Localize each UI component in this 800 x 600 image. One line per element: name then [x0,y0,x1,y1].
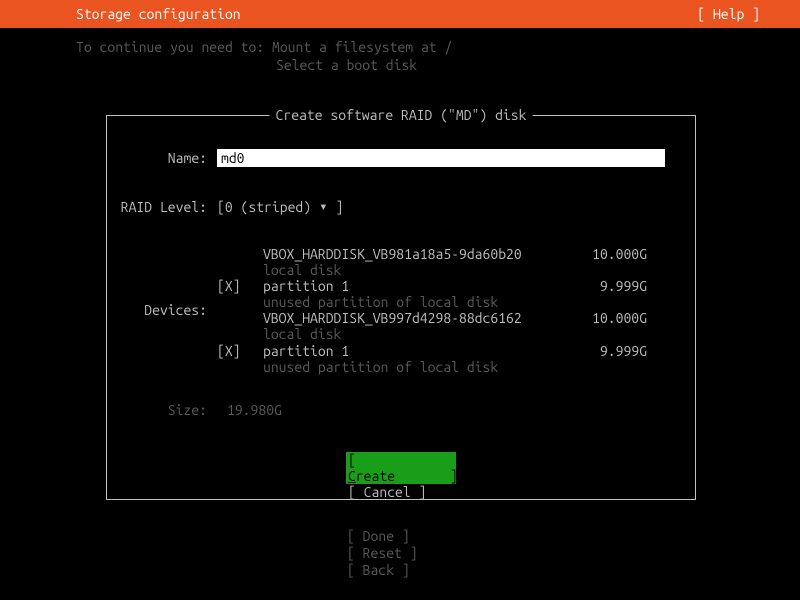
partition-name: partition 1 [263,278,600,294]
raid-bracket-open: [ [217,199,225,215]
back-button[interactable]: [ Back ] [345,562,455,579]
devices-label: Devices: [137,302,217,318]
size-row: Size: 19.980G [157,402,282,418]
disk-subtitle: local disk [217,326,647,342]
raid-level-select[interactable]: [ 0 (striped) ▾ ] [217,198,343,215]
continue-prefix: To continue you need to: [76,39,272,55]
continue-line2: Select a boot disk [276,57,417,73]
partition-name: partition 1 [263,343,600,359]
header-bar: Storage configuration [ Help ] [0,0,800,28]
device-disk: VBOX_HARDDISK_VB981a18a5-9da60b20 10.000… [217,246,647,262]
create-raid-dialog: Create software RAID ("MD") disk Name: R… [106,115,696,500]
size-label: Size: [157,402,217,418]
disk-name: VBOX_HARDDISK_VB997d4298-88dc6162 [217,310,522,326]
name-row: Name: [157,149,677,167]
partition-checkbox[interactable]: [X] [217,343,263,359]
device-disk: VBOX_HARDDISK_VB997d4298-88dc6162 10.000… [217,310,647,326]
continue-message: To continue you need to: Mount a filesys… [76,38,800,74]
partition-size: 9.999G [600,278,647,294]
partition-subtitle: unused partition of local disk [217,294,647,310]
partition-checkbox[interactable]: [X] [217,278,263,294]
disk-size: 10.000G [592,246,647,262]
disk-subtitle: local disk [217,262,647,278]
chevron-down-icon: ▾ [319,198,327,215]
cancel-button[interactable]: [ Cancel ] [346,484,456,500]
continue-line1: Mount a filesystem at / [272,39,452,55]
create-button[interactable]: [ Create ] [346,452,456,484]
devices-list: VBOX_HARDDISK_VB981a18a5-9da60b20 10.000… [217,246,647,375]
dialog-title: Create software RAID ("MD") disk [270,107,533,123]
partition-size: 9.999G [600,343,647,359]
raid-bracket-close: ] [336,199,344,215]
done-button[interactable]: [ Done ] [345,528,455,545]
partition-row[interactable]: [X] partition 1 9.999G [217,343,647,359]
partition-row[interactable]: [X] partition 1 9.999G [217,278,647,294]
name-label: Name: [157,150,217,166]
reset-button[interactable]: [ Reset ] [345,545,455,562]
partition-subtitle: unused partition of local disk [217,359,647,375]
dialog-buttons: [ Create ] [ Cancel ] [346,452,456,500]
raid-level-row: RAID Level: [ 0 (striped) ▾ ] [117,198,343,215]
help-link[interactable]: [ Help ] [697,6,760,22]
header-title: Storage configuration [76,6,241,22]
footer-buttons: [ Done ] [ Reset ] [ Back ] [345,528,455,578]
size-value: 19.980G [227,402,282,418]
devices-row: Devices: VBOX_HARDDISK_VB981a18a5-9da60b… [137,246,677,375]
name-input[interactable] [217,149,665,167]
disk-size: 10.000G [592,310,647,326]
raid-level-label: RAID Level: [117,199,217,215]
disk-name: VBOX_HARDDISK_VB981a18a5-9da60b20 [217,246,522,262]
raid-level-value: 0 (striped) [225,199,311,215]
